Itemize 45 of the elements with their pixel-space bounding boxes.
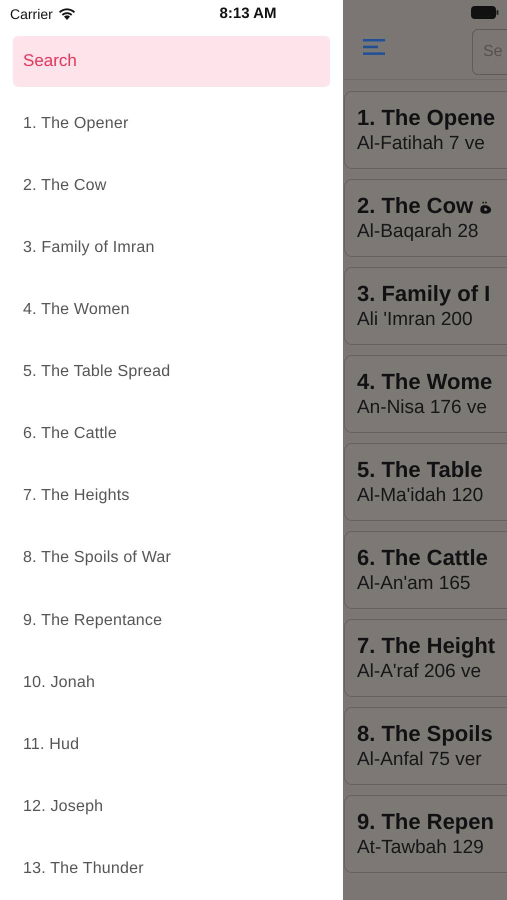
- status-time: 8:13 AM: [218, 5, 278, 22]
- chapter-title: 8. The Spoils: [357, 721, 493, 747]
- chapter-title: 6. The Cattle: [357, 545, 488, 571]
- menu-button[interactable]: [363, 37, 385, 57]
- chapter-link[interactable]: 5. The Table Spread: [23, 363, 170, 382]
- chapter-title: 5. The Table: [357, 457, 483, 483]
- chapter-subtitle: Al-A'raf 206 ve: [357, 661, 482, 683]
- chapter-subtitle: Al-Fatihah 7 ve: [357, 133, 485, 155]
- wifi-icon: [58, 7, 76, 20]
- chapter-link[interactable]: 7. The Heights: [23, 487, 130, 506]
- chapter-title: 7. The Height: [357, 633, 496, 659]
- chapter-link[interactable]: 8. The Spoils of War: [23, 549, 172, 568]
- chapter-card[interactable]: 4. The Wome An-Nisa 176 ve: [344, 355, 507, 433]
- chapter-subtitle: Ali 'Imran 200: [357, 309, 473, 331]
- chapter-subtitle: Al-Baqarah 28: [357, 221, 478, 243]
- chapter-card[interactable]: 7. The Height Al-A'raf 206 ve: [344, 619, 507, 697]
- chapter-link[interactable]: 10. Jonah: [23, 674, 96, 692]
- chapter-subtitle: At-Tawbah 129: [357, 837, 484, 859]
- chapter-link[interactable]: 9. The Repentance: [23, 612, 162, 630]
- chapter-title: 4. The Wome: [357, 369, 492, 395]
- chapter-card[interactable]: 3. Family of I Ali 'Imran 200: [344, 267, 507, 345]
- chapter-card[interactable]: 5. The Table Al-Ma'idah 120: [344, 443, 507, 521]
- chapter-link[interactable]: 11. Hud: [23, 736, 80, 754]
- chapter-subtitle: Al-An'am 165: [357, 573, 470, 595]
- chapter-title: 9. The Repen: [357, 809, 494, 835]
- chapter-card[interactable]: 8. The Spoils Al-Anfal 75 ver: [344, 707, 507, 785]
- chapter-subtitle: Al-Ma'idah 120: [357, 485, 484, 507]
- chapter-card[interactable]: 9. The Repen At-Tawbah 129: [344, 795, 507, 873]
- chapter-title: 2. The Cow ة: [357, 193, 492, 219]
- chapter-title: 3. Family of I: [357, 281, 490, 307]
- search-field[interactable]: Search: [13, 36, 330, 87]
- chapter-card[interactable]: 6. The Cattle Al-An'am 165: [344, 531, 507, 609]
- battery-icon: [471, 6, 499, 19]
- chapter-title: 1. The Opene: [357, 105, 496, 131]
- chapter-link[interactable]: 2. The Cow: [23, 176, 107, 195]
- chapter-card[interactable]: 1. The Opene Al-Fatihah 7 ve: [344, 91, 507, 169]
- chapter-link[interactable]: 6. The Cattle: [23, 425, 117, 444]
- chapter-link[interactable]: 1. The Opener: [23, 114, 128, 133]
- chapter-link[interactable]: 12. Joseph: [23, 798, 104, 816]
- chapter-link[interactable]: 13. The Thunder: [23, 860, 144, 878]
- chapter-subtitle: Al-Anfal 75 ver: [357, 749, 482, 771]
- chapter-link[interactable]: 3. Family of Imran: [23, 238, 155, 257]
- chapter-link[interactable]: 4. The Women: [23, 301, 130, 320]
- carrier-label: Carrier: [10, 6, 53, 22]
- chapter-subtitle: An-Nisa 176 ve: [357, 397, 487, 419]
